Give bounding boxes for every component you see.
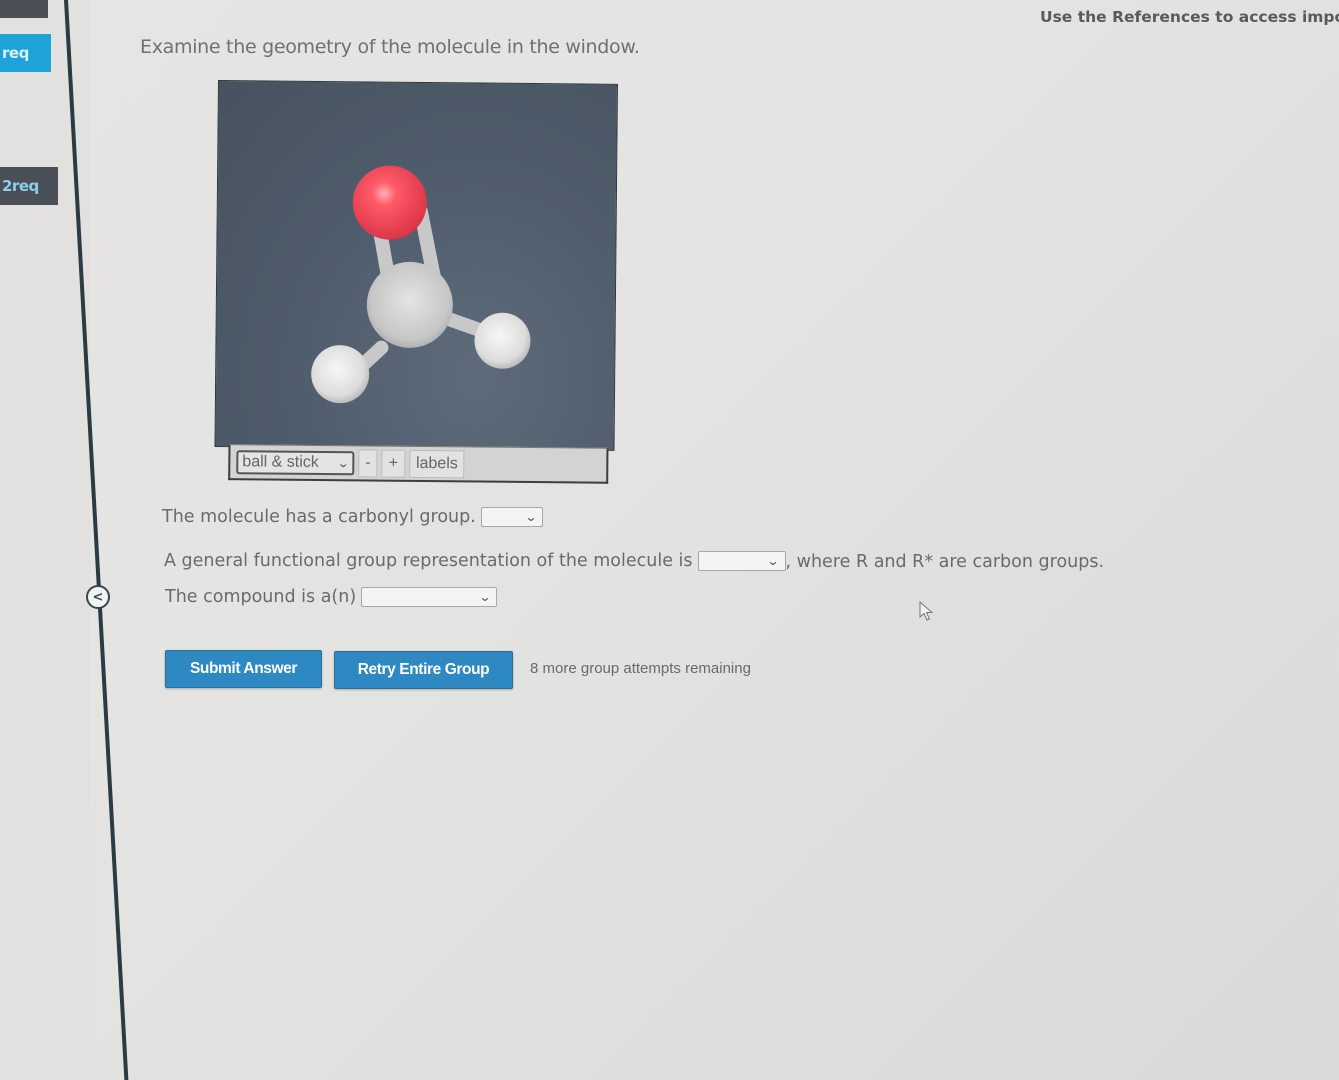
panel-divider-region: [0, 0, 140, 1080]
chevron-down-icon: ⌄: [524, 510, 538, 524]
render-mode-value: ball & stick: [242, 452, 319, 471]
atom-hydrogen: [311, 345, 370, 404]
molecule-model: [311, 165, 531, 404]
submit-answer-button[interactable]: Submit Answer: [165, 650, 322, 688]
chevron-left-icon: <: [92, 589, 104, 605]
molecule-canvas[interactable]: [214, 80, 618, 451]
zoom-out-button[interactable]: -: [358, 448, 378, 478]
molecule-viewer: ball & stick ⌄ - + labels: [214, 80, 618, 486]
atom-oxygen: [352, 165, 427, 240]
labels-button[interactable]: labels: [408, 449, 465, 478]
mouse-cursor-icon: [919, 601, 934, 621]
references-link[interactable]: Use the References to access importar: [1040, 8, 1339, 26]
atom-hydrogen: [474, 312, 531, 369]
prompt-text: A general functional group representatio…: [164, 550, 693, 571]
prompt-suffix: , where R and R* are carbon groups.: [785, 552, 1105, 572]
chevron-down-icon: ⌄: [766, 553, 781, 568]
panel-divider[interactable]: [64, 0, 129, 1080]
chevron-down-icon: ⌄: [336, 455, 350, 470]
retry-group-button[interactable]: Retry Entire Group: [334, 651, 513, 689]
atom-carbon: [366, 261, 453, 348]
question-instructions: Examine the geometry of the molecule in …: [140, 36, 640, 58]
render-mode-select[interactable]: ball & stick ⌄: [236, 449, 355, 475]
prompt-text: The molecule has a carbonyl group.: [162, 507, 476, 527]
viewer-toolbar: ball & stick ⌄ - + labels: [228, 444, 609, 484]
prompt-carbonyl: The molecule has a carbonyl group. ⌄: [162, 507, 543, 527]
functional-group-select[interactable]: ⌄: [697, 550, 786, 571]
collapse-panel-button[interactable]: <: [86, 585, 110, 609]
prompt-text: The compound is a(n): [165, 587, 357, 607]
chevron-down-icon: ⌄: [478, 590, 492, 604]
attempts-remaining: 8 more group attempts remaining: [530, 660, 751, 677]
compound-class-select[interactable]: ⌄: [361, 587, 498, 607]
prompt-compound-class: The compound is a(n) ⌄: [165, 587, 498, 607]
zoom-in-button[interactable]: +: [381, 449, 406, 478]
carbonyl-select[interactable]: ⌄: [480, 507, 543, 527]
prompt-functional-group: A general functional group representatio…: [164, 549, 1104, 572]
